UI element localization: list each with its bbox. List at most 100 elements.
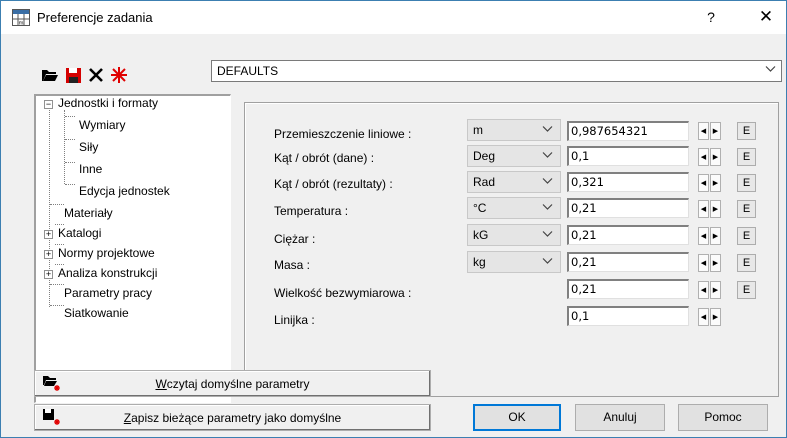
precision-spinner[interactable]: ◀ ▶	[698, 254, 722, 272]
row-label: Wielkość bezwymiarowa :	[274, 286, 412, 300]
arrow-left-icon[interactable]: ◀	[698, 281, 709, 299]
star-burst-icon[interactable]	[109, 65, 129, 85]
tree-line	[55, 244, 64, 245]
unit-dropdown[interactable]: Rad	[467, 171, 561, 193]
arrow-right-icon[interactable]: ▶	[710, 200, 721, 218]
open-folder-icon[interactable]	[40, 65, 60, 85]
tree-item-inne[interactable]: Inne	[79, 162, 102, 176]
expand-icon[interactable]: +	[44, 250, 53, 259]
precision-spinner[interactable]: ◀ ▶	[698, 174, 722, 192]
load-defaults-button[interactable]: Wczytaj domyślne parametry	[34, 370, 431, 397]
tree-item-edycja[interactable]: Edycja jednostek	[79, 184, 170, 198]
arrow-left-icon[interactable]: ◀	[698, 254, 709, 272]
arrow-left-icon[interactable]: ◀	[698, 148, 709, 166]
expand-icon[interactable]: +	[44, 270, 53, 279]
arrow-left-icon[interactable]: ◀	[698, 174, 709, 192]
chevron-down-icon	[542, 126, 553, 132]
precision-spinner[interactable]: ◀ ▶	[698, 281, 722, 299]
save-defaults-button[interactable]: Zapisz bieżące parametry jako domyślne	[34, 404, 431, 431]
unit-value: Deg	[473, 149, 496, 163]
e-format-button[interactable]: E	[737, 148, 756, 166]
delete-x-icon[interactable]	[86, 65, 106, 85]
arrow-right-icon[interactable]: ▶	[710, 227, 721, 245]
precision-spinner[interactable]: ◀ ▶	[698, 308, 722, 326]
arrow-left-icon[interactable]: ◀	[698, 227, 709, 245]
label-text: apisz bieżące parametry jako domyślne	[131, 411, 342, 425]
tree-item-normy[interactable]: Normy projektowe	[58, 246, 155, 260]
e-format-button[interactable]: E	[737, 227, 756, 245]
arrow-right-icon[interactable]: ▶	[710, 254, 721, 272]
save-defaults-label: Zapisz bieżące parametry jako domyślne	[35, 411, 430, 425]
unit-dropdown[interactable]: kG	[467, 224, 561, 246]
arrow-right-icon[interactable]: ▶	[710, 281, 721, 299]
precision-spinner[interactable]: ◀ ▶	[698, 227, 722, 245]
e-format-button[interactable]: E	[737, 200, 756, 218]
precision-spinner[interactable]: ◀ ▶	[698, 148, 722, 166]
unit-value: kg	[473, 255, 486, 269]
arrow-left-icon[interactable]: ◀	[698, 122, 709, 140]
tree-item-materialy[interactable]: Materiały	[64, 206, 113, 220]
mnemonic-letter: Z	[123, 411, 132, 425]
chevron-down-icon	[542, 178, 553, 184]
value-input[interactable]: 0,21	[567, 225, 689, 245]
row-label: Linijka :	[274, 313, 315, 327]
unit-value: kG	[473, 228, 489, 242]
unit-dropdown[interactable]: °C	[467, 197, 561, 219]
svg-text:m: m	[19, 21, 24, 27]
unit-dropdown[interactable]: Deg	[467, 145, 561, 167]
e-format-button[interactable]: E	[737, 254, 756, 272]
load-defaults-label: Wczytaj domyślne parametry	[35, 377, 430, 391]
unit-dropdown[interactable]: kg	[467, 251, 561, 273]
value-input[interactable]: 0,21	[567, 279, 689, 299]
collapse-icon[interactable]: −	[44, 100, 53, 109]
tree-item-sily[interactable]: Siły	[79, 140, 98, 154]
value-input[interactable]: 0,321	[567, 172, 689, 192]
arrow-right-icon[interactable]: ▶	[710, 308, 721, 326]
preset-value: DEFAULTS	[217, 64, 279, 78]
unit-value: m	[473, 123, 483, 137]
row-label: Masa :	[274, 258, 311, 272]
e-format-button[interactable]: E	[737, 174, 756, 192]
tree-line	[65, 162, 75, 163]
unit-dropdown[interactable]: m	[467, 119, 561, 141]
save-disk-icon[interactable]	[63, 65, 83, 85]
tree-item-siatkowanie[interactable]: Siatkowanie	[64, 306, 129, 320]
arrow-right-icon[interactable]: ▶	[710, 174, 721, 192]
cancel-button[interactable]: Anuluj	[575, 404, 665, 431]
close-button[interactable]: ✕	[753, 5, 779, 29]
expand-icon[interactable]: +	[44, 230, 53, 239]
tree-line	[50, 204, 64, 205]
e-format-button[interactable]: E	[737, 122, 756, 140]
chevron-down-icon	[542, 152, 553, 158]
tree-item-katalogi[interactable]: Katalogi	[58, 226, 101, 240]
arrow-right-icon[interactable]: ▶	[710, 122, 721, 140]
help-button[interactable]: Pomoc	[678, 404, 768, 431]
tree-item-jednostki[interactable]: Jednostki i formaty	[58, 96, 158, 110]
arrow-left-icon[interactable]: ◀	[698, 308, 709, 326]
toolbar	[40, 65, 129, 85]
ok-button[interactable]: OK	[473, 404, 561, 431]
tree-item-wymiary[interactable]: Wymiary	[79, 118, 126, 132]
e-format-button[interactable]: E	[737, 281, 756, 299]
dialog-client: DEFAULTS − Jednostki i formaty Wymiary S…	[1, 34, 786, 437]
row-label: Temperatura :	[274, 204, 349, 218]
arrow-right-icon[interactable]: ▶	[710, 148, 721, 166]
preset-dropdown[interactable]: DEFAULTS	[211, 60, 782, 82]
precision-spinner[interactable]: ◀ ▶	[698, 200, 722, 218]
chevron-down-icon	[542, 231, 553, 237]
tree-line	[65, 139, 75, 140]
precision-spinner[interactable]: ◀ ▶	[698, 122, 722, 140]
value-input[interactable]: 0,21	[567, 252, 689, 272]
value-input[interactable]: 0,1	[567, 306, 689, 326]
window-title: Preferencje zadania	[37, 10, 153, 25]
app-table-icon: m	[12, 9, 30, 26]
value-input[interactable]: 0,1	[567, 146, 689, 166]
tree-line	[55, 264, 64, 265]
chevron-down-icon	[765, 66, 776, 72]
tree-item-parametry[interactable]: Parametry pracy	[64, 286, 152, 300]
help-title-button[interactable]: ?	[699, 5, 723, 29]
value-input[interactable]: 0,987654321	[567, 121, 689, 141]
tree-item-analiza[interactable]: Analiza konstrukcji	[58, 266, 157, 280]
arrow-left-icon[interactable]: ◀	[698, 200, 709, 218]
value-input[interactable]: 0,21	[567, 198, 689, 218]
